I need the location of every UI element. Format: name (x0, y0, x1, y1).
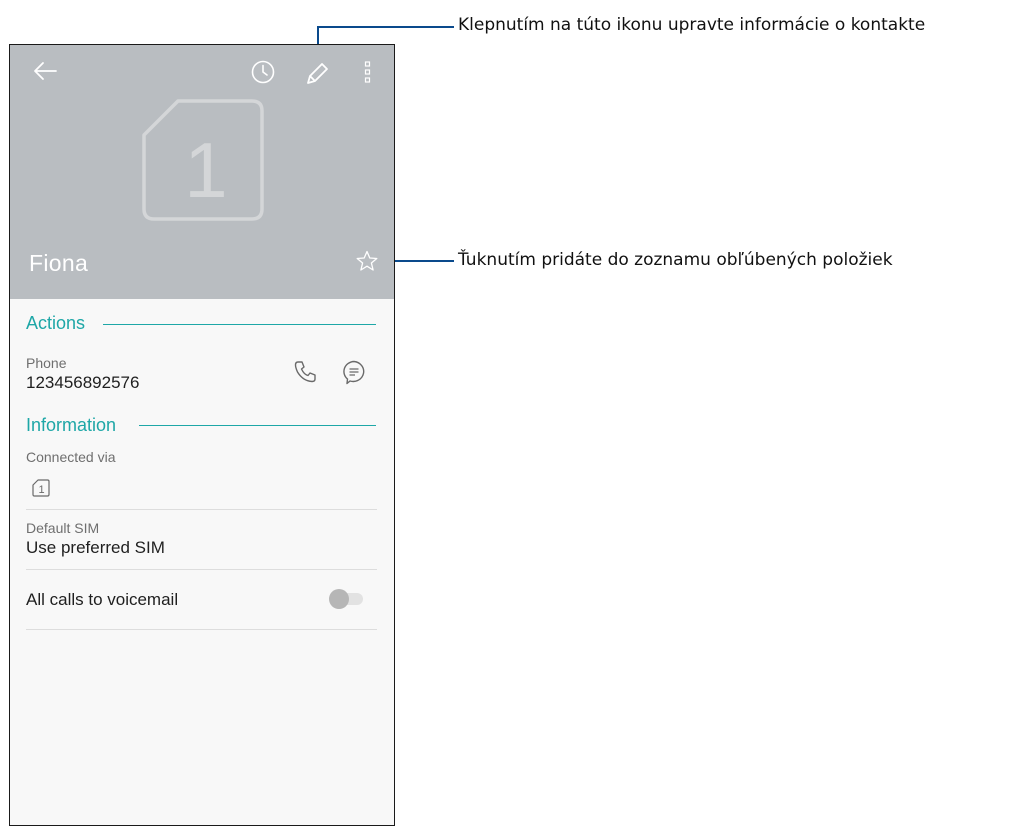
toggle-thumb (329, 589, 349, 609)
back-arrow-icon[interactable] (30, 59, 60, 83)
contact-header: 1 Fiona (10, 45, 394, 299)
actions-section-divider (103, 324, 376, 325)
history-icon[interactable] (250, 59, 276, 85)
connected-via-label: Connected via (26, 449, 116, 465)
contact-detail-screen: 1 Fiona Actions Phone 123456892576 Infor… (9, 44, 395, 826)
voicemail-label: All calls to voicemail (26, 590, 179, 609)
divider (26, 509, 377, 510)
message-icon[interactable] (341, 359, 367, 385)
more-vertical-icon[interactable] (362, 59, 374, 85)
star-outline-icon[interactable] (355, 249, 379, 273)
sim-small-icon: 1 (32, 479, 50, 497)
contact-details: Actions Phone 123456892576 Information C… (10, 299, 394, 825)
sim-number: 1 (184, 126, 227, 214)
divider (26, 569, 377, 570)
phone-icon[interactable] (292, 359, 318, 385)
information-section-divider (139, 425, 376, 426)
phone-number[interactable]: 123456892576 (26, 373, 139, 393)
sim-card-icon: 1 (142, 99, 264, 221)
contact-name: Fiona (29, 250, 89, 276)
edit-callout-text: Klepnutím na túto ikonu upravte informác… (458, 15, 926, 35)
edit-callout-line-horizontal (318, 26, 454, 28)
phone-label: Phone (26, 355, 67, 371)
divider (26, 629, 377, 630)
default-sim-value[interactable]: Use preferred SIM (26, 538, 165, 558)
information-section-title: Information (26, 415, 117, 435)
favorite-callout-text: Ťuknutím pridáte do zoznamu obľúbených p… (458, 250, 893, 270)
edit-pencil-icon[interactable] (302, 59, 332, 89)
default-sim-label: Default SIM (26, 520, 100, 536)
actions-section-title: Actions (26, 313, 86, 333)
svg-text:1: 1 (38, 484, 44, 496)
voicemail-toggle[interactable] (329, 589, 365, 609)
